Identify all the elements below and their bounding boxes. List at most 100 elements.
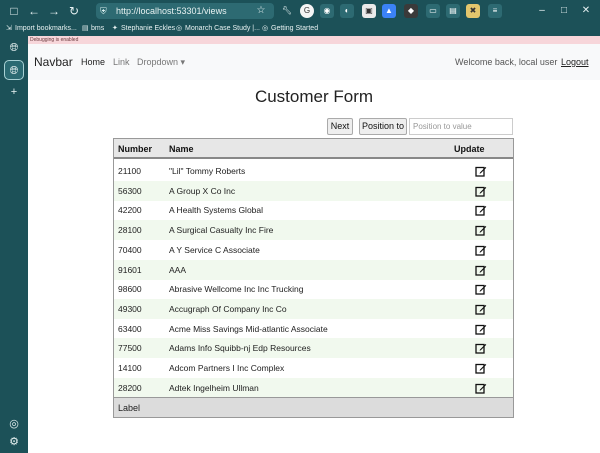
edit-icon[interactable]: [475, 244, 487, 256]
row-number: 98600: [118, 284, 142, 295]
row-name: Acme Miss Savings Mid-atlantic Associate: [169, 323, 328, 334]
shield-icon: ⛨: [100, 6, 107, 16]
edit-icon[interactable]: [475, 165, 487, 177]
nav-dropdown[interactable]: Dropdown ▾: [137, 56, 185, 68]
bookmark-getting-started[interactable]: ◎ Getting Started: [262, 23, 318, 35]
caret-down-icon: ▾: [180, 57, 186, 67]
extension-icon[interactable]: ▣: [362, 4, 376, 18]
globe-icon[interactable]: 🌐︎: [6, 40, 22, 56]
row-name: A Y Service C Associate: [169, 244, 260, 255]
welcome-text: Welcome back, local user: [455, 57, 558, 67]
edit-icon[interactable]: [475, 224, 487, 236]
extension-icon[interactable]: ◉: [320, 4, 334, 18]
col-number: Number: [118, 144, 153, 154]
close-icon[interactable]: ✕: [578, 3, 594, 19]
logout-link[interactable]: Logout: [561, 56, 589, 68]
import-icon: ⇲: [6, 25, 12, 32]
tools-icon[interactable]: 🔧︎: [280, 4, 294, 18]
navbar-brand[interactable]: Navbar: [34, 54, 73, 70]
table-row: 14100 Adcom Partners I Inc Complex: [114, 358, 513, 378]
customer-grid: Number Name Update 21100 "Lil" Tommy Robe…: [113, 138, 514, 418]
row-number: 28100: [118, 225, 142, 236]
table-row: 28200 Adtek Ingelheim Ullman: [114, 377, 513, 398]
footer-label: Label: [118, 403, 141, 413]
edit-icon[interactable]: [475, 185, 487, 197]
gear-icon[interactable]: ⚙: [6, 434, 22, 450]
table-row: 91601 AAA: [114, 259, 513, 280]
plus-icon[interactable]: +: [6, 84, 22, 100]
page-title: Customer Form: [254, 87, 374, 106]
table-row: 63400 Acme Miss Savings Mid-atlantic Asso…: [114, 319, 513, 339]
next-button[interactable]: Next: [327, 118, 353, 135]
nav-link[interactable]: Link: [113, 56, 130, 68]
address-bar[interactable]: ⛨ http://localhost:53301/views ☆: [96, 3, 274, 19]
table-row: 70400 A Y Service C Associate: [114, 240, 513, 260]
position-input[interactable]: Position to value: [409, 118, 513, 135]
row-number: 91601: [118, 264, 142, 275]
nav-home[interactable]: Home: [81, 56, 105, 68]
row-number: 56300: [118, 185, 142, 196]
row-number: 77500: [118, 343, 142, 354]
back-icon[interactable]: ←: [26, 3, 42, 19]
url-text[interactable]: http://localhost:53301/views: [116, 5, 244, 17]
bookmark-bms[interactable]: ▤ bms: [82, 23, 104, 35]
table-row: 98600 Abrasive Wellcome Inc Inc Trucking: [114, 279, 513, 299]
row-number: 21100: [118, 166, 142, 176]
extension-icon[interactable]: ◐: [340, 4, 354, 18]
grid-header: Number Name Update: [114, 139, 513, 159]
table-row: 21100 "Lil" Tommy Roberts: [114, 161, 513, 181]
edit-icon[interactable]: [475, 264, 487, 276]
table-row: 28100 A Surgical Casualty Inc Fire: [114, 220, 513, 241]
row-number: 63400: [118, 323, 142, 334]
menu-icon[interactable]: ≡: [488, 4, 502, 18]
extension-icon[interactable]: ✖: [466, 4, 480, 18]
browser-sidebar: 🌐︎ 🌐︎ + ◎ ⚙: [0, 0, 28, 453]
sidebar-toggle-icon[interactable]: □: [6, 3, 22, 19]
position-to-button[interactable]: Position to: [359, 118, 407, 135]
bookmark-monarch[interactable]: ◎ Monarch Case Study |...: [176, 23, 260, 35]
table-row: 42200 A Health Systems Global: [114, 200, 513, 220]
globe-active-icon[interactable]: 🌐︎: [4, 60, 24, 80]
col-name: Name: [169, 144, 194, 154]
row-number: 70400: [118, 244, 142, 255]
bookmark-icon: ✦: [112, 25, 118, 32]
page-content: Debugging is enabled Navbar Home Link Dr…: [28, 36, 600, 453]
row-number: 14100: [118, 363, 142, 373]
minimize-icon[interactable]: –: [534, 3, 550, 19]
extension-icon[interactable]: ◆: [404, 4, 418, 18]
top-navbar: Navbar Home Link Dropdown ▾ Welcome back…: [28, 44, 600, 80]
extension-icon[interactable]: ▭: [426, 4, 440, 18]
row-name: Adams Info Squibb-nj Edp Resources: [169, 343, 311, 354]
debug-banner: Debugging is enabled: [28, 36, 600, 44]
edit-icon[interactable]: [475, 382, 487, 394]
extension-icon[interactable]: ▤: [446, 4, 460, 18]
row-name: A Health Systems Global: [169, 205, 264, 216]
edit-icon[interactable]: [475, 342, 487, 354]
table-row: 49300 Accugraph Of Company Inc Co: [114, 298, 513, 319]
edit-icon[interactable]: [475, 204, 487, 217]
row-name: "Lil" Tommy Roberts: [169, 166, 246, 176]
globe-icon: ◎: [262, 25, 269, 32]
edit-icon[interactable]: [475, 303, 487, 315]
bookmarks-bar: ⇲ Import bookmarks... ▤ bms ✦ Stephanie Eck…: [0, 22, 600, 36]
globe-icon: ◎: [176, 25, 183, 32]
folder-icon: ▤: [82, 25, 89, 32]
grid-footer: Label: [114, 397, 513, 417]
edit-icon[interactable]: [475, 283, 487, 295]
forward-icon[interactable]: →: [46, 3, 62, 19]
row-name: Adcom Partners I Inc Complex: [169, 363, 285, 373]
bookmark-stephanie[interactable]: ✦ Stephanie Eckles: [112, 23, 175, 35]
edit-icon[interactable]: [475, 362, 487, 374]
star-icon[interactable]: ☆: [254, 4, 268, 18]
row-name: Adtek Ingelheim Ullman: [169, 382, 259, 393]
reload-icon[interactable]: ↻: [66, 3, 82, 19]
user-icon[interactable]: ◎: [6, 416, 22, 432]
row-number: 42200: [118, 205, 142, 216]
extension-icon[interactable]: G: [300, 4, 314, 18]
maximize-icon[interactable]: □: [556, 3, 572, 19]
edit-icon[interactable]: [475, 323, 487, 335]
col-update: Update: [454, 144, 485, 154]
extension-icon[interactable]: ▲: [382, 4, 396, 18]
bookmark-import[interactable]: ⇲ Import bookmarks...: [6, 23, 77, 35]
row-name: Accugraph Of Company Inc Co: [169, 303, 287, 314]
